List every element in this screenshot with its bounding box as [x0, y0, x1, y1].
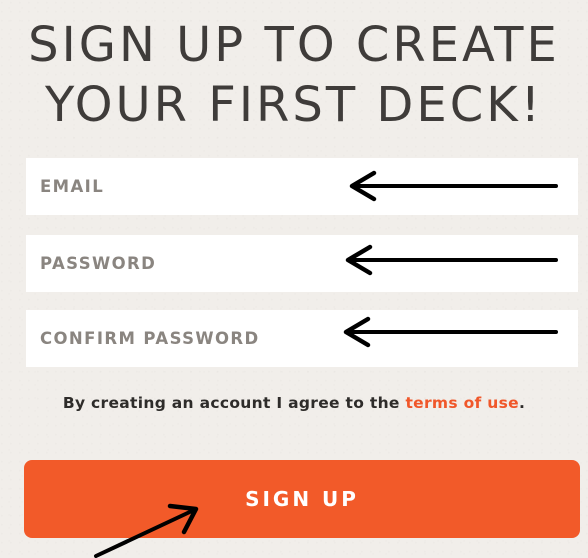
terms-prefix: By creating an account I agree to the — [62, 394, 400, 412]
password-placeholder: PASSWORD — [40, 254, 157, 273]
arrow-left-icon — [343, 316, 558, 348]
confirm-password-placeholder: CONFIRM PASSWORD — [40, 329, 260, 348]
arrow-left-icon — [349, 170, 558, 202]
terms-suffix: . — [518, 394, 526, 412]
page-title-line-2: YOUR FIRST DECK! — [45, 77, 543, 133]
page-title-line-1: SIGN UP TO CREATE — [28, 17, 560, 73]
email-placeholder: EMAIL — [40, 177, 105, 196]
arrow-left-icon — [345, 244, 558, 276]
terms-agreement-text: By creating an account I agree to the te… — [0, 394, 588, 412]
arrow-up-right-icon — [94, 503, 199, 558]
terms-of-use-link[interactable]: terms of use — [405, 394, 519, 412]
